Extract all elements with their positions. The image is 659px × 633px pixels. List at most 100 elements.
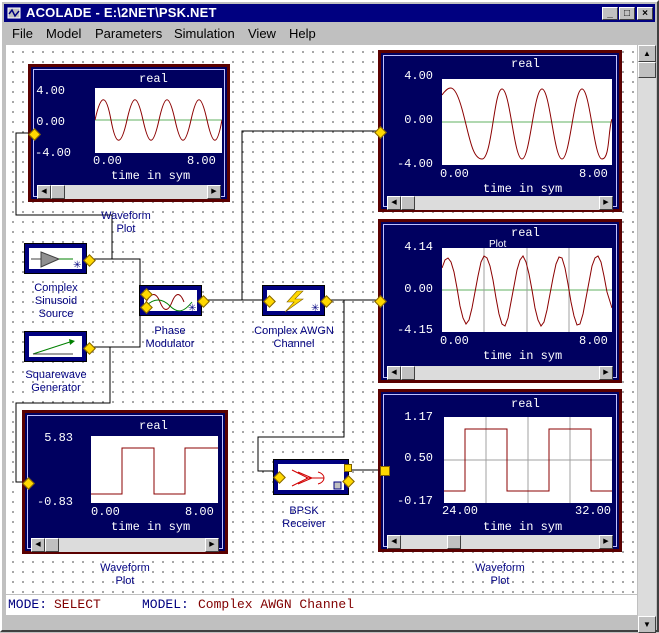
triangle-icon: ✳ [31, 251, 81, 271]
menu-view[interactable]: View [248, 26, 276, 41]
scroll-thumb[interactable] [401, 366, 415, 380]
y-tick-label: 4.00 [404, 69, 433, 83]
waveform-plot-2[interactable]: real 4.00 0.00 -4.00 0.00 8.00 time in s… [378, 50, 622, 212]
y-tick-label: 0.00 [36, 115, 65, 129]
svg-text:✳: ✳ [311, 303, 319, 313]
receiver-output-port-1[interactable] [344, 464, 352, 472]
scroll-left-button[interactable]: ◀ [37, 185, 51, 199]
awgn-label: Complex AWGN Channel [254, 325, 334, 350]
scroll-right-button[interactable]: ▶ [205, 538, 219, 552]
scroll-down-button[interactable]: ▼ [638, 616, 656, 633]
sinusoid-source-block[interactable]: ✳ [24, 243, 87, 274]
plot-area [91, 436, 218, 503]
plot-title: real [511, 397, 540, 411]
scroll-right-button[interactable]: ▶ [599, 535, 613, 549]
plot-area [444, 417, 612, 503]
y-tick-label: 4.14 [404, 240, 433, 254]
close-button[interactable]: × [637, 7, 653, 20]
x-tick-label: 0.00 [440, 167, 469, 181]
plot-scrollbar[interactable]: ◀ ▶ [31, 538, 219, 552]
plot-area [95, 88, 222, 153]
mode-value: SELECT [54, 597, 101, 612]
status-bar: MODE: SELECT MODEL: Complex AWGN Channel [6, 595, 637, 615]
plot-title: real [139, 72, 168, 86]
waveform-plot-5[interactable]: real 1.17 0.50 -0.17 24.00 32.00 time in… [378, 389, 622, 552]
plot-area [442, 79, 612, 165]
x-tick-label: 0.00 [91, 505, 120, 519]
waveform-plot-4[interactable]: real 5.83 -0.83 0.00 8.00 time in sym ◀ … [22, 410, 228, 554]
scroll-thumb[interactable] [51, 185, 65, 199]
scroll-left-button[interactable]: ◀ [387, 196, 401, 210]
maximize-button[interactable]: □ [619, 7, 635, 20]
waveform-plot-3[interactable]: real 4.14 0.00 -4.15 Plot 0.00 8.00 time… [378, 219, 622, 383]
scroll-thumb[interactable] [45, 538, 59, 552]
scroll-left-button[interactable]: ◀ [31, 538, 45, 552]
app-window: ACOLADE - E:\2NET\PSK.NET _ □ × File Mod… [0, 0, 659, 633]
y-tick-label: 4.00 [36, 84, 65, 98]
plot-scrollbar[interactable]: ◀ ▶ [387, 366, 613, 380]
scroll-left-button[interactable]: ◀ [387, 535, 401, 549]
menu-bar: File Model Parameters Simulation View He… [4, 24, 655, 43]
menu-parameters[interactable]: Parameters [95, 26, 162, 41]
mode-label: MODE: [8, 597, 48, 612]
menu-simulation[interactable]: Simulation [174, 26, 235, 41]
x-tick-label: 8.00 [579, 167, 608, 181]
plot-title: real [139, 419, 168, 433]
x-tick-label: 8.00 [187, 154, 216, 168]
scroll-left-button[interactable]: ◀ [387, 366, 401, 380]
sinusoid-label: Complex Sinusoid Source [34, 282, 78, 320]
x-tick-label: 8.00 [185, 505, 214, 519]
y-tick-label: 0.50 [404, 451, 433, 465]
squarewave-label: Squarewave Generator [25, 369, 87, 394]
modulator-label: Phase Modulator [145, 325, 195, 350]
x-tick-label: 8.00 [579, 334, 608, 348]
plot-title: real [511, 57, 540, 71]
y-tick-label: -4.00 [35, 146, 72, 160]
plot1-caption: Waveform Plot [101, 210, 151, 235]
menu-help[interactable]: Help [289, 26, 316, 41]
x-axis-title: time in sym [483, 182, 563, 196]
x-axis-title: time in sym [111, 169, 191, 183]
plot-scrollbar[interactable]: ◀ ▶ [387, 535, 613, 549]
squarewave-generator-block[interactable] [24, 331, 87, 362]
y-tick-label: -0.83 [36, 495, 73, 509]
model-value: Complex AWGN Channel [198, 597, 355, 612]
x-axis-title: time in sym [483, 520, 563, 534]
receiver-label: BPSK Receiver [282, 505, 326, 530]
menu-file[interactable]: File [12, 26, 33, 41]
y-tick-label: 1.17 [404, 410, 433, 424]
ramp-icon [32, 339, 75, 355]
window-title: ACOLADE - E:\2NET\PSK.NET [26, 5, 217, 20]
svg-text:✳: ✳ [188, 303, 196, 313]
plot5-caption: Waveform Plot [475, 562, 525, 587]
svg-text:✳: ✳ [73, 260, 81, 271]
y-tick-label: -0.17 [396, 494, 433, 508]
vertical-scrollbar[interactable]: ▲ ▼ [638, 45, 656, 633]
schematic-canvas[interactable]: real 4.00 0.00 -4.00 0.00 8.00 time in s… [6, 45, 637, 594]
plot-scrollbar[interactable]: ◀ ▶ [387, 196, 613, 210]
x-tick-label: 24.00 [442, 504, 479, 518]
menu-model[interactable]: Model [46, 26, 81, 41]
x-tick-label: 0.00 [93, 154, 122, 168]
scroll-thumb[interactable] [638, 62, 656, 78]
plot4-caption: Waveform Plot [100, 562, 150, 587]
y-tick-label: 0.00 [404, 113, 433, 127]
minimize-button[interactable]: _ [602, 7, 618, 20]
waveform-plot-1[interactable]: real 4.00 0.00 -4.00 0.00 8.00 time in s… [28, 64, 230, 202]
plot-title: real [511, 226, 540, 240]
scroll-up-button[interactable]: ▲ [638, 45, 656, 62]
x-tick-label: 32.00 [575, 504, 612, 518]
scroll-right-button[interactable]: ▶ [599, 196, 613, 210]
y-tick-label: 5.83 [44, 431, 73, 445]
x-axis-title: time in sym [483, 349, 563, 363]
scroll-thumb[interactable] [401, 196, 415, 210]
scroll-right-button[interactable]: ▶ [599, 366, 613, 380]
x-tick-label: 0.00 [440, 334, 469, 348]
scroll-right-button[interactable]: ▶ [207, 185, 221, 199]
plot5-input-port[interactable] [380, 466, 390, 476]
scroll-thumb[interactable] [447, 535, 461, 549]
plot-scrollbar[interactable]: ◀ ▶ [37, 185, 221, 199]
y-tick-label: 0.00 [404, 282, 433, 296]
title-bar[interactable]: ACOLADE - E:\2NET\PSK.NET _ □ × [4, 4, 655, 22]
wire-mod-plot2 [241, 130, 378, 300]
